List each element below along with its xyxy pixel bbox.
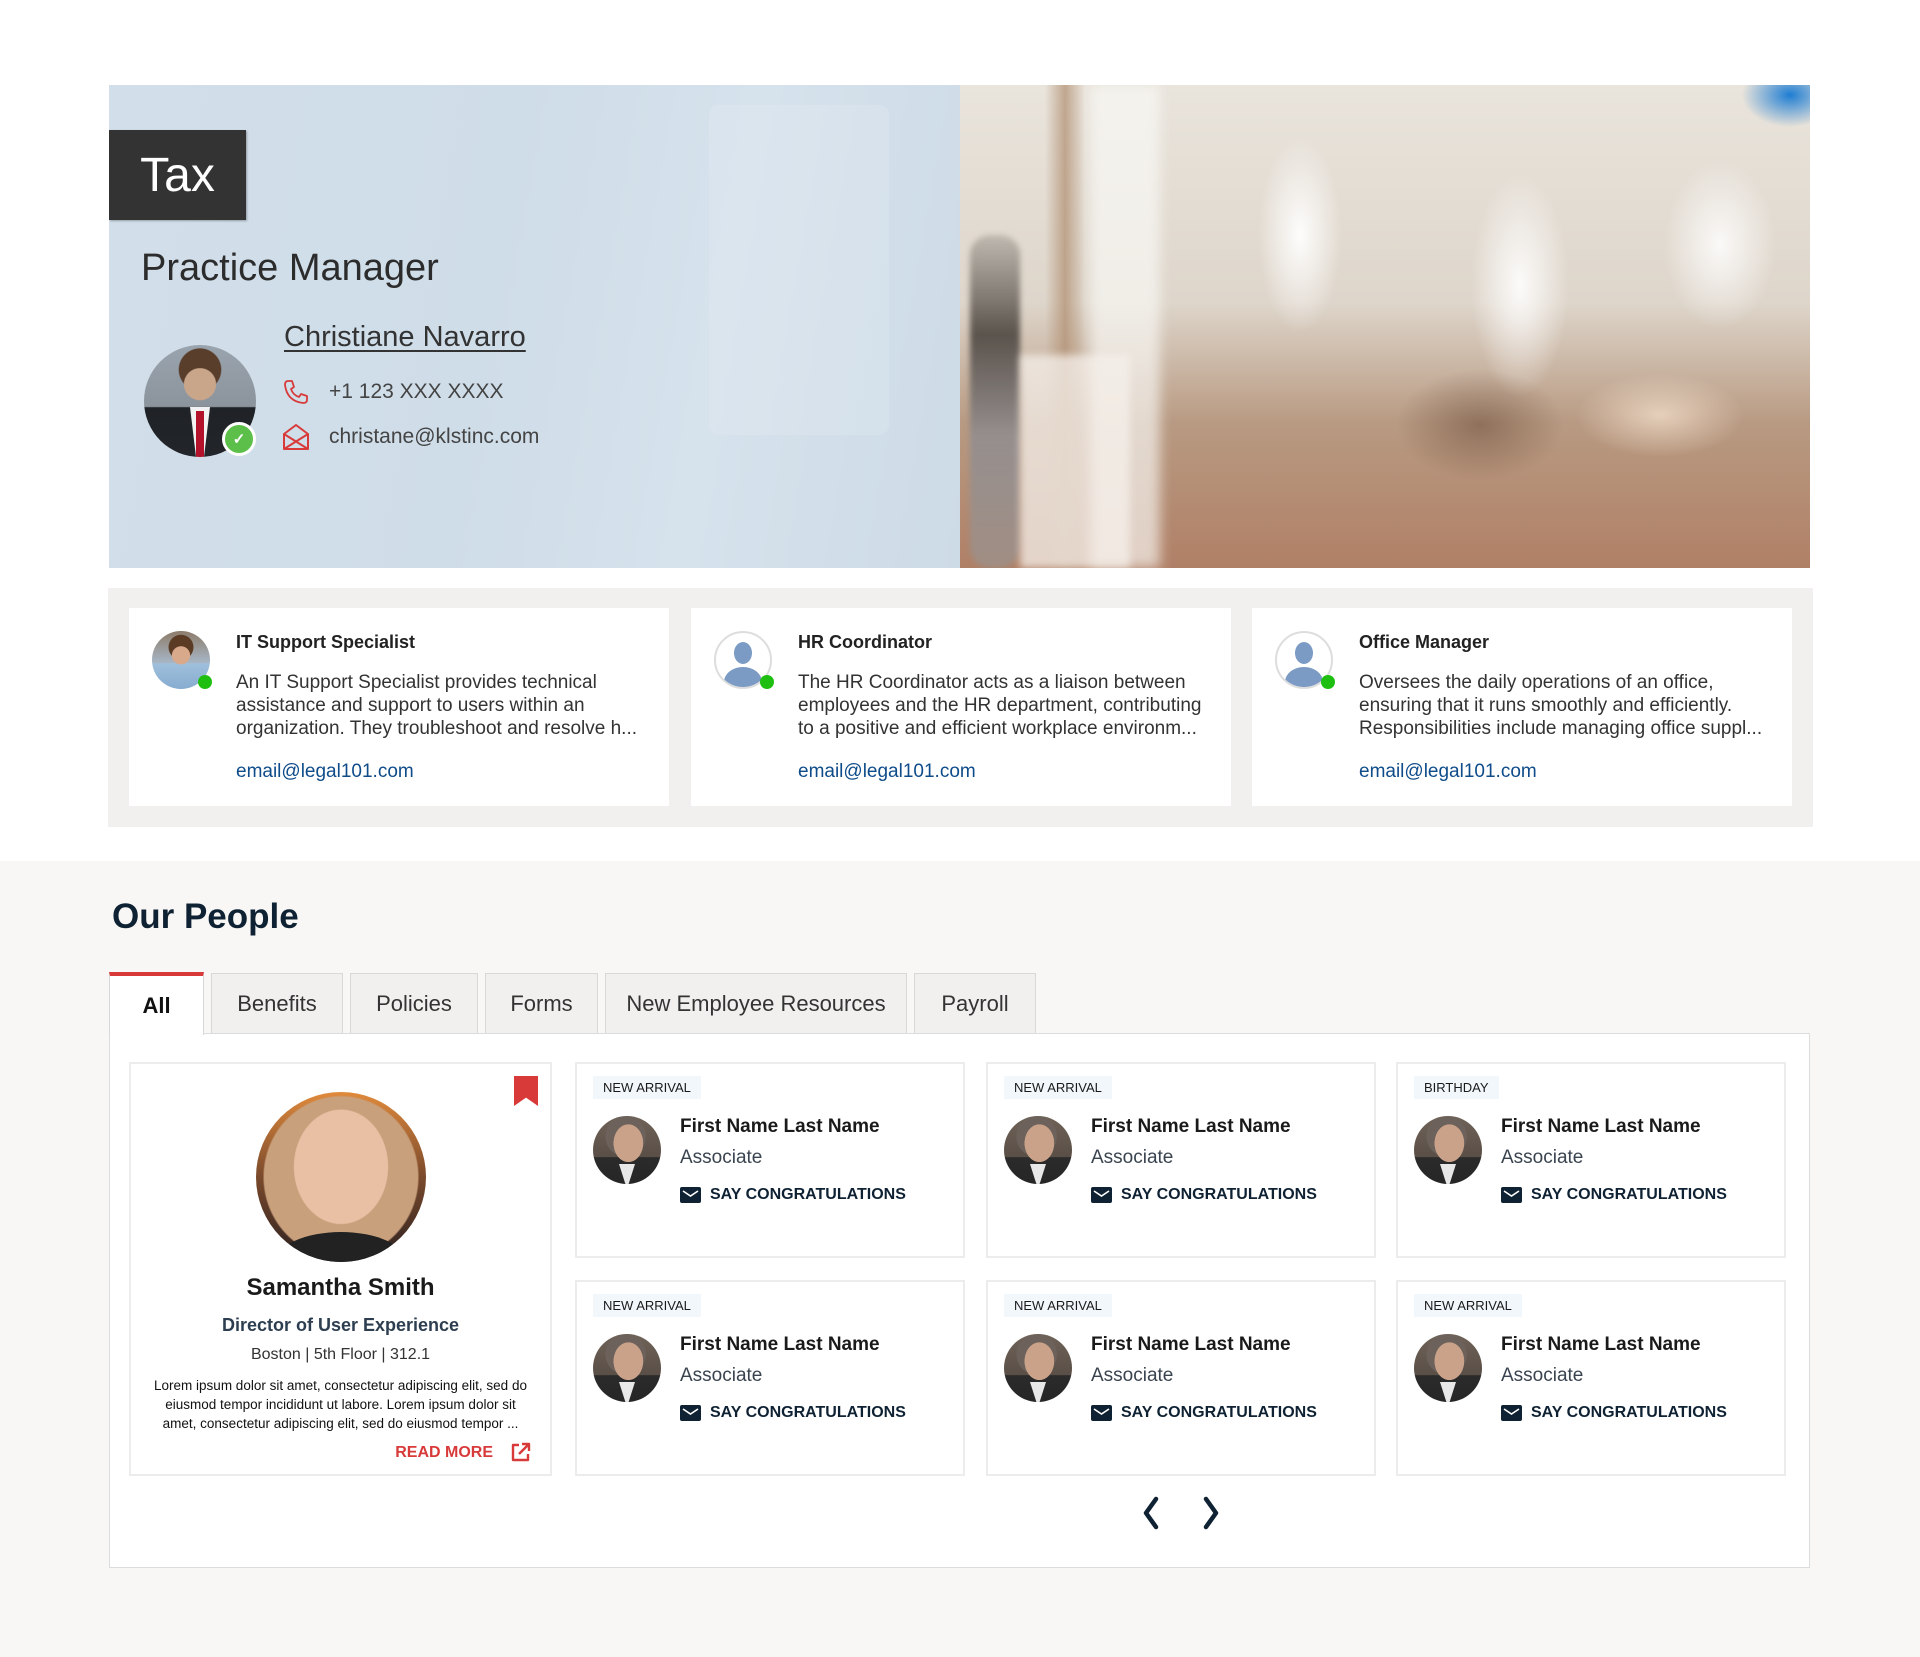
external-link-icon[interactable] bbox=[510, 1441, 532, 1463]
page-title: Practice Manager bbox=[141, 247, 439, 289]
role-email-link[interactable]: email@legal101.com bbox=[798, 761, 976, 783]
envelope-icon bbox=[1091, 1405, 1112, 1421]
envelope-open-icon bbox=[283, 424, 309, 450]
email-address[interactable]: christane@klstinc.com bbox=[329, 425, 539, 449]
tab-benefits[interactable]: Benefits bbox=[211, 973, 343, 1034]
role-description: Oversees the daily operations of an offi… bbox=[1359, 672, 1763, 739]
person-role: Associate bbox=[1501, 1147, 1584, 1168]
person-role: Associate bbox=[680, 1365, 763, 1386]
envelope-icon bbox=[680, 1187, 701, 1203]
role-title: IT Support Specialist bbox=[236, 632, 416, 652]
tab-all[interactable]: All bbox=[109, 972, 204, 1035]
featured-person-card: Samantha Smith Director of User Experien… bbox=[129, 1062, 552, 1476]
person-name: First Name Last Name bbox=[1091, 1116, 1291, 1137]
read-more-link[interactable]: READ MORE bbox=[395, 1444, 493, 1462]
roles-strip: IT Support Specialist An IT Support Spec… bbox=[108, 588, 1813, 827]
person-card: NEW ARRIVAL First Name Last Name Associa… bbox=[1396, 1280, 1786, 1476]
tab-panel: Samantha Smith Director of User Experien… bbox=[109, 1033, 1810, 1568]
role-description: An IT Support Specialist provides techni… bbox=[236, 672, 638, 739]
person-card: NEW ARRIVAL First Name Last Name Associa… bbox=[575, 1062, 965, 1258]
bookmark-icon[interactable] bbox=[514, 1076, 538, 1106]
person-name: First Name Last Name bbox=[680, 1116, 880, 1137]
avatar bbox=[1004, 1116, 1072, 1184]
say-congratulations-button[interactable]: SAY CONGRATULATIONS bbox=[1091, 1186, 1317, 1204]
tab-new-employee-resources[interactable]: New Employee Resources bbox=[605, 973, 907, 1034]
role-description: The HR Coordinator acts as a liaison bet… bbox=[798, 672, 1202, 739]
role-card[interactable]: IT Support Specialist An IT Support Spec… bbox=[129, 608, 669, 806]
envelope-icon bbox=[680, 1405, 701, 1421]
person-name: First Name Last Name bbox=[1501, 1334, 1701, 1355]
person-role: Associate bbox=[680, 1147, 763, 1168]
person-name: Samantha Smith bbox=[246, 1274, 435, 1301]
check-icon: ✓ bbox=[222, 422, 256, 456]
say-congratulations-button[interactable]: SAY CONGRATULATIONS bbox=[680, 1404, 906, 1422]
avatar bbox=[256, 1092, 426, 1262]
previous-page-button[interactable] bbox=[1133, 1491, 1169, 1535]
envelope-icon bbox=[1501, 1187, 1522, 1203]
online-status-icon bbox=[1321, 675, 1335, 689]
chevron-left-icon bbox=[1143, 1496, 1159, 1530]
person-role: Associate bbox=[1091, 1147, 1174, 1168]
say-congratulations-button[interactable]: SAY CONGRATULATIONS bbox=[1091, 1404, 1317, 1422]
card-badge: NEW ARRIVAL bbox=[593, 1076, 701, 1099]
online-status-icon bbox=[198, 675, 212, 689]
phone-row: +1 123 XXX XXXX bbox=[281, 377, 504, 407]
card-badge: NEW ARRIVAL bbox=[593, 1294, 701, 1317]
tab-policies[interactable]: Policies bbox=[350, 973, 478, 1034]
department-label: Tax bbox=[109, 130, 246, 220]
avatar bbox=[593, 1116, 661, 1184]
section-heading: Our People bbox=[112, 897, 299, 936]
person-name: First Name Last Name bbox=[1091, 1334, 1291, 1355]
person-name: First Name Last Name bbox=[680, 1334, 880, 1355]
card-badge: NEW ARRIVAL bbox=[1004, 1076, 1112, 1099]
avatar bbox=[1004, 1334, 1072, 1402]
online-status-icon bbox=[760, 675, 774, 689]
role-card[interactable]: Office Manager Oversees the daily operat… bbox=[1252, 608, 1792, 806]
person-role: Associate bbox=[1091, 1365, 1174, 1386]
contact-name-link[interactable]: Christiane Navarro bbox=[284, 321, 526, 354]
person-name: First Name Last Name bbox=[1501, 1116, 1701, 1137]
say-congratulations-button[interactable]: SAY CONGRATULATIONS bbox=[1501, 1404, 1727, 1422]
envelope-icon bbox=[1501, 1405, 1522, 1421]
card-badge: BIRTHDAY bbox=[1414, 1076, 1499, 1099]
phone-icon bbox=[284, 380, 308, 404]
person-card: NEW ARRIVAL First Name Last Name Associa… bbox=[986, 1062, 1376, 1258]
chevron-right-icon bbox=[1203, 1496, 1219, 1530]
card-badge: NEW ARRIVAL bbox=[1004, 1294, 1112, 1317]
email-row: christane@klstinc.com bbox=[281, 422, 539, 452]
role-email-link[interactable]: email@legal101.com bbox=[236, 761, 414, 783]
person-card: BIRTHDAY First Name Last Name Associate … bbox=[1396, 1062, 1786, 1258]
person-location: Boston | 5th Floor | 312.1 bbox=[250, 1346, 431, 1363]
hero-background-image bbox=[960, 85, 1810, 568]
tab-bar: All Benefits Policies Forms New Employee… bbox=[109, 972, 1043, 1035]
phone-number[interactable]: +1 123 XXX XXXX bbox=[329, 380, 504, 404]
role-title: Office Manager bbox=[1359, 632, 1490, 652]
tab-forms[interactable]: Forms bbox=[485, 973, 598, 1034]
envelope-icon bbox=[1091, 1187, 1112, 1203]
role-email-link[interactable]: email@legal101.com bbox=[1359, 761, 1537, 783]
person-card: NEW ARRIVAL First Name Last Name Associa… bbox=[575, 1280, 965, 1476]
person-card: NEW ARRIVAL First Name Last Name Associa… bbox=[986, 1280, 1376, 1476]
person-bio: Lorem ipsum dolor sit amet, consectetur … bbox=[154, 1378, 527, 1431]
person-role: Director of User Experience bbox=[221, 1315, 460, 1335]
next-page-button[interactable] bbox=[1193, 1491, 1229, 1535]
tab-payroll[interactable]: Payroll bbox=[914, 973, 1036, 1034]
say-congratulations-button[interactable]: SAY CONGRATULATIONS bbox=[1501, 1186, 1727, 1204]
role-card[interactable]: HR Coordinator The HR Coordinator acts a… bbox=[691, 608, 1231, 806]
avatar bbox=[1414, 1116, 1482, 1184]
avatar bbox=[1414, 1334, 1482, 1402]
avatar bbox=[593, 1334, 661, 1402]
person-role: Associate bbox=[1501, 1365, 1584, 1386]
hero-banner: Tax Practice Manager ✓ Christiane Navarr… bbox=[109, 85, 1810, 568]
role-title: HR Coordinator bbox=[798, 632, 932, 652]
card-badge: NEW ARRIVAL bbox=[1414, 1294, 1522, 1317]
say-congratulations-button[interactable]: SAY CONGRATULATIONS bbox=[680, 1186, 906, 1204]
